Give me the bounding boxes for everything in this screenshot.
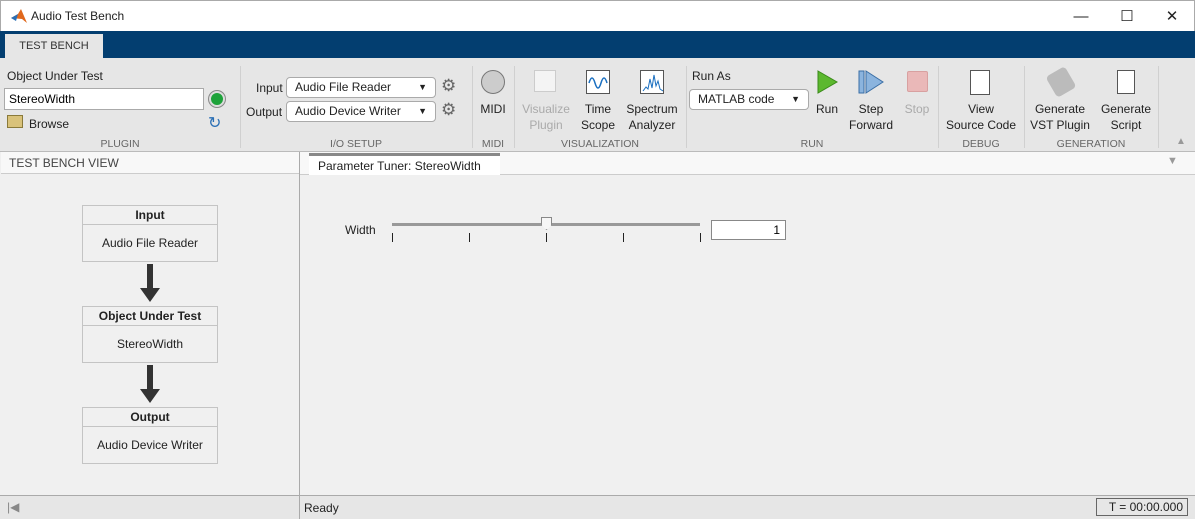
run-icon[interactable] (816, 70, 838, 94)
source-code-icon (970, 70, 990, 95)
slider-tick (700, 233, 701, 242)
input-dropdown[interactable]: Audio File Reader ▼ (286, 77, 436, 98)
slider-tick (546, 233, 547, 242)
group-label-debug: DEBUG (962, 138, 1000, 150)
generate-script-icon (1117, 70, 1135, 94)
collapse-toolstrip-icon[interactable]: ▲ (1176, 136, 1186, 147)
input-value: Audio File Reader (295, 80, 392, 94)
time-scope-icon (586, 70, 610, 94)
browse-button[interactable]: Browse (29, 117, 69, 131)
matlab-logo-icon (11, 9, 27, 23)
object-under-test-block[interactable]: Object Under Test StereoWidth (82, 306, 218, 363)
object-under-test-input[interactable] (4, 88, 204, 110)
status-bar (0, 495, 1195, 519)
generate-vst-plugin-button[interactable]: Generate VST Plugin (1028, 101, 1092, 133)
output-dropdown[interactable]: Audio Device Writer ▼ (286, 101, 436, 122)
object-under-test-label: Object Under Test (7, 69, 103, 83)
browse-folder-icon (7, 115, 23, 128)
panel-menu-icon[interactable]: ▼ (1167, 155, 1178, 167)
status-text: Ready (304, 501, 339, 515)
input-block[interactable]: Input Audio File Reader (82, 205, 218, 262)
minimize-button[interactable]: — (1058, 5, 1104, 29)
output-value: Audio Device Writer (295, 104, 401, 118)
midi-button[interactable]: MIDI (476, 101, 510, 117)
tab-parameter-tuner[interactable]: Parameter Tuner: StereoWidth (309, 153, 500, 175)
test-bench-view-title: TEST BENCH VIEW (1, 152, 299, 174)
generate-script-button[interactable]: Generate Script (1096, 101, 1156, 133)
width-value-input[interactable] (711, 220, 786, 240)
title-bar: Audio Test Bench — ☐ ✕ (0, 0, 1195, 31)
tab-test-bench[interactable]: TEST BENCH (5, 34, 103, 58)
time-scope-button[interactable]: Time Scope (576, 101, 620, 133)
group-label-io-setup: I/O SETUP (330, 138, 382, 150)
spectrum-analyzer-icon (640, 70, 664, 94)
group-label-visualization: VISUALIZATION (561, 138, 639, 150)
visualize-plugin-button: Visualize Plugin (522, 102, 570, 132)
run-as-dropdown[interactable]: MATLAB code ▼ (689, 89, 809, 110)
stop-icon (907, 71, 928, 92)
output-settings-gear-icon[interactable]: ⚙ (441, 100, 456, 120)
status-ok-icon (209, 91, 225, 107)
slider-tick (469, 233, 470, 242)
run-as-label: Run As (692, 69, 731, 83)
run-as-value: MATLAB code (698, 92, 775, 106)
output-block[interactable]: Output Audio Device Writer (82, 407, 218, 464)
group-label-run: RUN (800, 138, 824, 150)
collapse-left-icon[interactable]: |◀ (7, 500, 19, 514)
group-label-midi: MIDI (481, 138, 505, 150)
slider-tick (623, 233, 624, 242)
output-label: Output (246, 105, 283, 119)
step-forward-button[interactable]: Step Forward (846, 101, 896, 133)
maximize-button[interactable]: ☐ (1104, 5, 1150, 29)
width-slider-thumb[interactable] (541, 217, 552, 230)
midi-icon[interactable] (481, 70, 505, 94)
group-label-generation: GENERATION (1056, 138, 1126, 150)
group-label-plugin: PLUGIN (100, 138, 140, 150)
visualize-plugin-icon (534, 70, 556, 92)
input-label: Input (256, 81, 283, 95)
width-label: Width (345, 223, 376, 237)
stop-button: Stop (904, 102, 930, 116)
view-source-code-button[interactable]: View Source Code (942, 101, 1020, 133)
run-button[interactable]: Run (812, 101, 842, 117)
arrow-down-icon (140, 365, 160, 403)
close-button[interactable]: ✕ (1149, 5, 1195, 29)
slider-tick (392, 233, 393, 242)
ribbon-tab-bar (0, 31, 1195, 58)
step-forward-icon[interactable] (858, 70, 884, 94)
input-settings-gear-icon[interactable]: ⚙ (441, 76, 456, 96)
window-title: Audio Test Bench (31, 9, 125, 23)
spectrum-analyzer-button[interactable]: Spectrum Analyzer (622, 101, 682, 133)
refresh-icon[interactable]: ↻ (208, 113, 221, 133)
time-readout: T = 00:00.000 (1096, 498, 1188, 516)
arrow-down-icon (140, 264, 160, 302)
